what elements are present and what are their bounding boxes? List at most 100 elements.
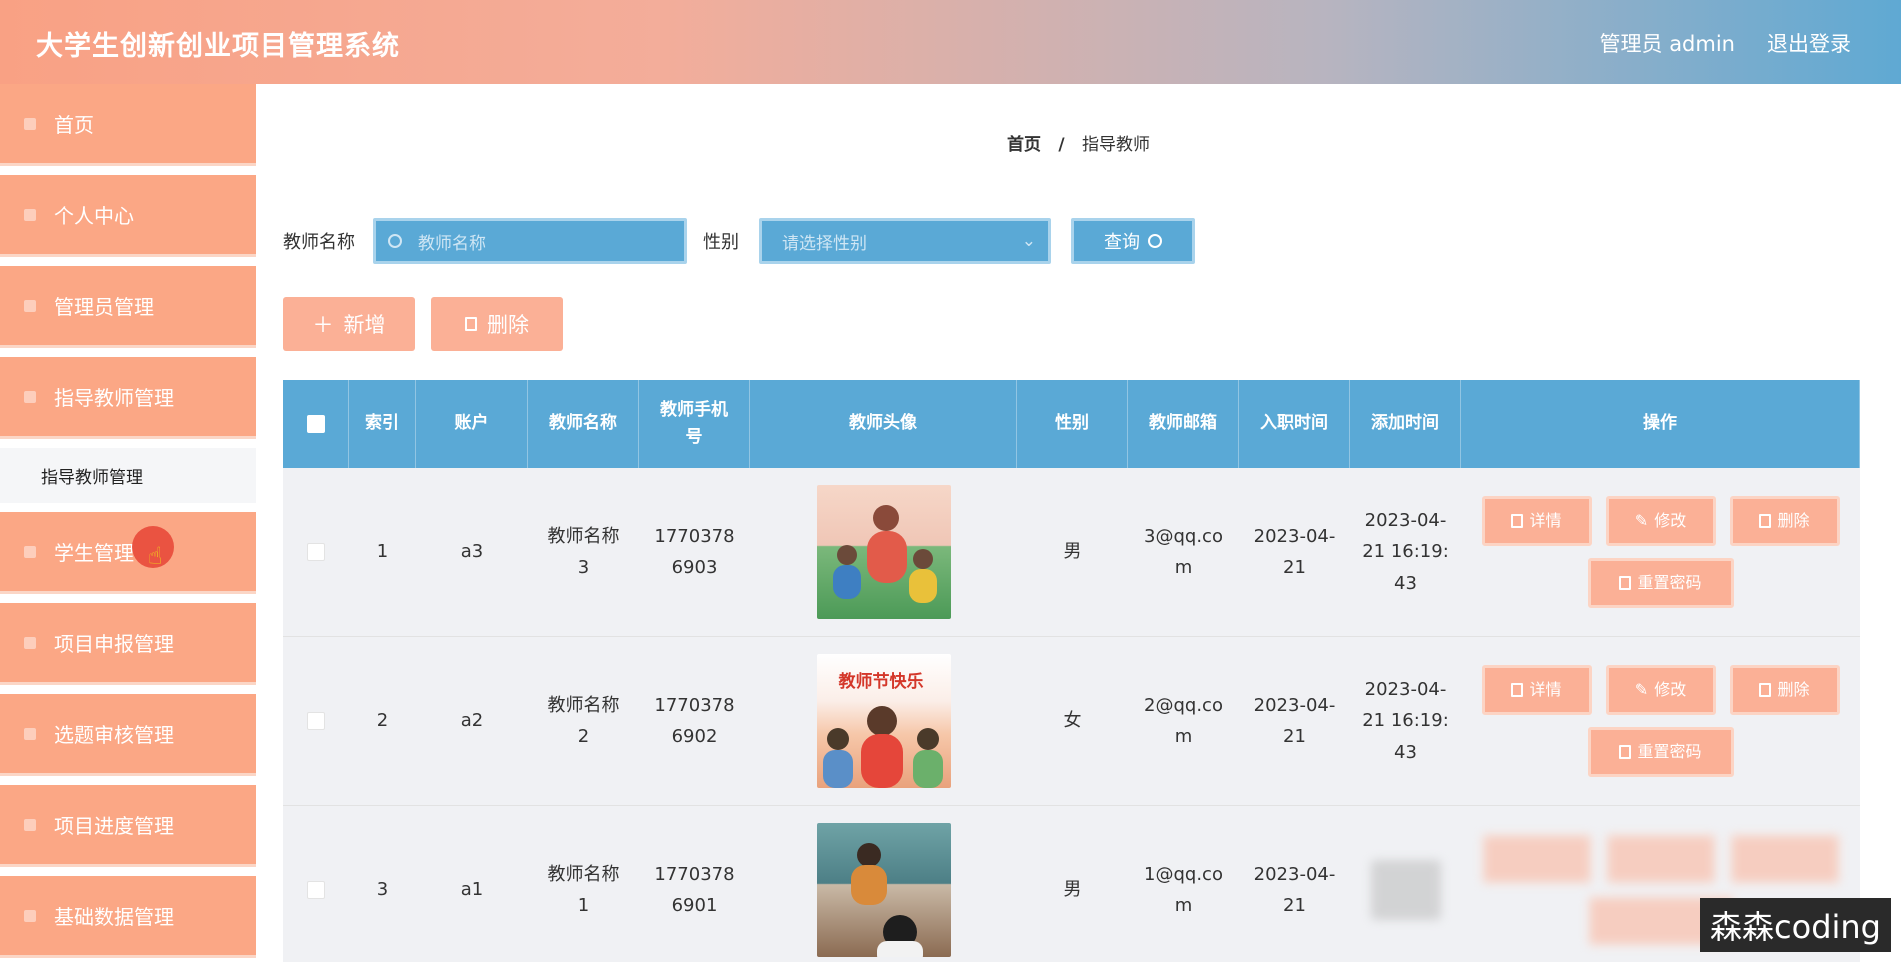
admin-icon xyxy=(24,299,36,312)
sidebar-item-label: 指导教师管理 xyxy=(54,386,174,410)
row-checkbox[interactable] xyxy=(307,881,325,899)
cell-added-time: 2023-04-21 16:19:43 xyxy=(1362,509,1449,594)
reset-password-button[interactable]: 重置密码 xyxy=(1587,727,1734,777)
delete-button[interactable] xyxy=(1729,834,1840,884)
pencil-icon: ✎ xyxy=(1634,680,1649,699)
batch-delete-button[interactable]: 删除 xyxy=(431,297,563,351)
edit-button[interactable] xyxy=(1605,834,1716,884)
cell-phone: 17703786902 xyxy=(654,694,735,748)
detail-button[interactable]: 详情 xyxy=(1481,665,1592,715)
teacher-name-label: 教师名称 xyxy=(283,232,355,253)
sidebar-item-label: 学生管理 xyxy=(54,541,134,565)
review-icon xyxy=(24,727,36,740)
sidebar-subitem-teachers[interactable]: 指导教师管理 xyxy=(0,448,256,503)
avatar-cell: 教师节快乐 xyxy=(750,637,1017,805)
teacher-name-input[interactable]: 教师名称 xyxy=(373,218,687,264)
logout-link[interactable]: 退出登录 xyxy=(1767,28,1851,58)
edit-button[interactable]: ✎ 修改 xyxy=(1605,496,1716,546)
main-content: 首页 / 指导教师 教师名称 教师名称 性别 请选择性别 ⌄ 查询 ＋ 新增 删… xyxy=(256,84,1901,962)
cell-name: 教师名称2 xyxy=(547,694,620,748)
add-button-label: 新增 xyxy=(343,313,386,337)
sidebar-item-topic-review[interactable]: 选题审核管理 xyxy=(0,694,256,776)
cell-index: 2 xyxy=(376,710,389,732)
breadcrumb: 首页 / 指导教师 xyxy=(256,130,1901,155)
table-header: 索引 账户 教师名称 教师手机号 教师头像 性别 教师邮箱 入职时间 添加时间 … xyxy=(283,380,1860,468)
sidebar-item-admin[interactable]: 管理员管理 xyxy=(0,266,256,348)
sidebar-item-teachers[interactable]: 指导教师管理 xyxy=(0,357,256,439)
sidebar-item-label: 管理员管理 xyxy=(54,295,154,319)
detail-button[interactable]: 详情 xyxy=(1481,496,1592,546)
header-phone: 教师手机号 xyxy=(639,380,750,468)
cell-added-time: 2023-04-21 16:19:43 xyxy=(1362,678,1449,763)
sidebar-item-progress[interactable]: 项目进度管理 xyxy=(0,785,256,867)
avatar-cell xyxy=(750,806,1017,962)
cell-gender: 女 xyxy=(1063,710,1082,732)
teacher-avatar-image[interactable] xyxy=(816,823,951,957)
detail-button[interactable] xyxy=(1481,834,1592,884)
gender-select[interactable]: 请选择性别 ⌄ xyxy=(759,218,1051,264)
admin-user-label[interactable]: 管理员 admin xyxy=(1600,28,1735,58)
sidebar-item-label: 个人中心 xyxy=(54,204,134,228)
header-index: 索引 xyxy=(349,380,416,468)
sidebar-item-profile[interactable]: 个人中心 xyxy=(0,175,256,257)
cell-hire-date: 2023-04-21 xyxy=(1253,694,1336,748)
delete-button-label: 删除 xyxy=(487,313,529,337)
header-hire-date: 入职时间 xyxy=(1239,380,1350,468)
delete-button[interactable]: 删除 xyxy=(1729,496,1840,546)
reset-password-button[interactable]: 重置密码 xyxy=(1587,558,1734,608)
breadcrumb-current: 指导教师 xyxy=(1082,135,1151,155)
sidebar-item-home[interactable]: 首页 xyxy=(0,84,256,166)
reset-password-label: 重置密码 xyxy=(1637,573,1702,592)
cell-email: 2@qq.com xyxy=(1144,694,1223,748)
cell-gender: 男 xyxy=(1063,879,1082,901)
teacher-icon xyxy=(24,390,36,403)
select-all-cell[interactable] xyxy=(283,380,349,468)
search-icon xyxy=(1148,234,1162,248)
video-watermark: 森森coding xyxy=(1700,898,1891,952)
query-button[interactable]: 查询 xyxy=(1071,218,1195,264)
header-name: 教师名称 xyxy=(528,380,639,468)
edit-button[interactable]: ✎ 修改 xyxy=(1605,665,1716,715)
breadcrumb-home[interactable]: 首页 xyxy=(1007,135,1041,155)
header-gender: 性别 xyxy=(1017,380,1128,468)
edit-label: 修改 xyxy=(1654,680,1687,699)
delete-button[interactable]: 删除 xyxy=(1729,665,1840,715)
sidebar-item-project-apply[interactable]: 项目申报管理 xyxy=(0,603,256,685)
header-operations: 操作 xyxy=(1461,380,1860,468)
add-button[interactable]: ＋ 新增 xyxy=(283,297,415,351)
trash-icon xyxy=(1759,514,1772,528)
document-icon xyxy=(1619,745,1632,759)
row-checkbox[interactable] xyxy=(307,712,325,730)
cell-account: a3 xyxy=(460,541,484,563)
teacher-avatar-image[interactable]: 教师节快乐 xyxy=(816,654,951,788)
teacher-avatar-image[interactable] xyxy=(816,485,951,619)
app-title: 大学生创新创业项目管理系统 xyxy=(36,31,400,62)
progress-icon xyxy=(24,818,36,831)
delete-label: 删除 xyxy=(1777,511,1810,530)
cell-index: 1 xyxy=(376,541,389,563)
teacher-name-placeholder: 教师名称 xyxy=(418,233,486,254)
cell-phone: 17703786903 xyxy=(654,525,735,579)
sidebar-item-label: 首页 xyxy=(54,113,94,137)
edit-label: 修改 xyxy=(1654,511,1687,530)
search-bar: 教师名称 教师名称 性别 请选择性别 ⌄ 查询 xyxy=(283,218,1195,264)
gender-placeholder: 请选择性别 xyxy=(782,233,867,254)
table-row: 3 a1 教师名称1 17703786901 男 1@qq.com 2023-0… xyxy=(283,806,1860,962)
header-added-time: 添加时间 xyxy=(1350,380,1461,468)
row-checkbox[interactable] xyxy=(307,543,325,561)
cell-gender: 男 xyxy=(1063,541,1082,563)
home-icon xyxy=(24,117,36,130)
cell-hire-date: 2023-04-21 xyxy=(1253,863,1336,917)
cell-email: 3@qq.com xyxy=(1144,525,1223,579)
sidebar: 首页 个人中心 管理员管理 指导教师管理 指导教师管理 学生管理 ☝ 项目申报管… xyxy=(0,84,256,962)
cell-name: 教师名称1 xyxy=(547,863,620,917)
sidebar-item-base-data[interactable]: 基础数据管理 xyxy=(0,876,256,958)
sidebar-item-students[interactable]: 学生管理 ☝ xyxy=(0,512,256,594)
cell-phone: 17703786901 xyxy=(654,863,735,917)
cell-name: 教师名称3 xyxy=(547,525,620,579)
search-icon xyxy=(388,234,402,248)
select-all-checkbox[interactable] xyxy=(306,415,325,433)
chevron-down-icon: ⌄ xyxy=(1021,231,1036,251)
document-icon xyxy=(1511,514,1524,528)
row-operations: 详情 ✎ 修改 删除 重置密码 xyxy=(1461,637,1860,805)
